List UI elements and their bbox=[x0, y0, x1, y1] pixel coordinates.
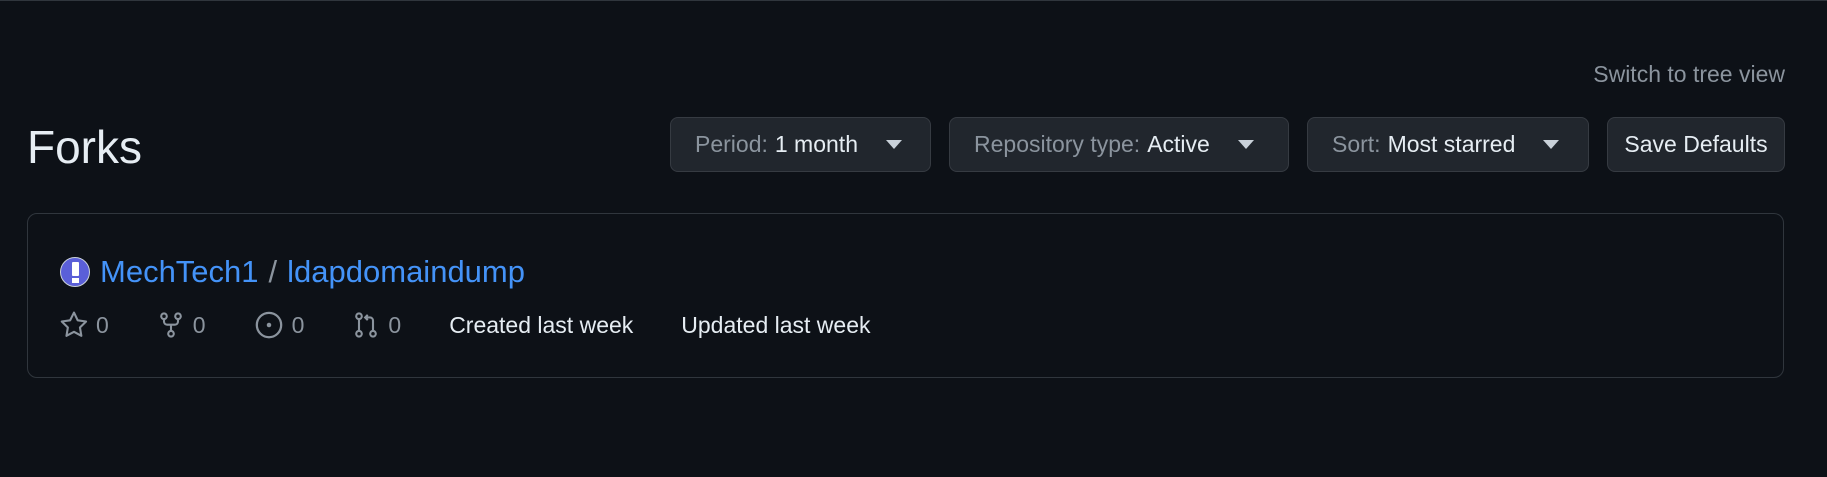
forks-page: Switch to tree view Forks Period: 1 mont… bbox=[0, 0, 1827, 477]
created-date: Created last week bbox=[449, 311, 634, 338]
star-icon bbox=[60, 311, 88, 337]
sort-dropdown[interactable]: Sort: Most starred bbox=[1307, 117, 1589, 172]
fork-icon bbox=[159, 312, 182, 338]
sort-label: Sort: bbox=[1332, 131, 1381, 157]
pull-requests-count: 0 bbox=[388, 311, 402, 338]
forks-count: 0 bbox=[192, 311, 206, 338]
period-dropdown[interactable]: Period: 1 month bbox=[670, 117, 931, 172]
repo-heading: MechTech1 / ldapdomaindump bbox=[60, 254, 525, 290]
issue-icon bbox=[255, 311, 282, 339]
pull-requests-stat[interactable]: 0 bbox=[352, 311, 401, 339]
issues-count: 0 bbox=[291, 311, 305, 338]
save-defaults-button[interactable]: Save Defaults bbox=[1607, 117, 1785, 172]
caret-down-icon bbox=[885, 140, 902, 149]
issues-stat[interactable]: 0 bbox=[254, 310, 305, 340]
period-label: Period: bbox=[695, 131, 768, 157]
avatar[interactable] bbox=[60, 257, 90, 287]
stars-stat[interactable]: 0 bbox=[60, 311, 109, 339]
sort-value: Most starred bbox=[1387, 131, 1516, 157]
repo-path-separator: / bbox=[268, 254, 278, 289]
repo-name-link[interactable]: ldapdomaindump bbox=[287, 254, 525, 290]
repo-stats: 0 0 0 0 Created last week Updated last w… bbox=[60, 310, 919, 340]
caret-down-icon bbox=[1543, 140, 1560, 149]
repo-owner-link[interactable]: MechTech1 bbox=[100, 254, 259, 290]
repository-type-value: Active bbox=[1147, 131, 1210, 157]
fork-list-item: MechTech1 / ldapdomaindump 0 0 0 0 Creat… bbox=[27, 213, 1784, 378]
stars-count: 0 bbox=[96, 311, 109, 338]
forks-stat[interactable]: 0 bbox=[157, 311, 206, 339]
filter-toolbar: Period: 1 month Repository type: Active … bbox=[670, 117, 1785, 172]
period-value: 1 month bbox=[774, 131, 858, 157]
pull-request-icon bbox=[355, 312, 378, 338]
caret-down-icon bbox=[1237, 140, 1254, 149]
repository-type-label: Repository type: bbox=[974, 131, 1141, 157]
page-title: Forks bbox=[27, 121, 142, 173]
repository-type-dropdown[interactable]: Repository type: Active bbox=[949, 117, 1289, 172]
updated-date: Updated last week bbox=[681, 311, 871, 338]
switch-to-tree-view-link[interactable]: Switch to tree view bbox=[1593, 61, 1785, 88]
